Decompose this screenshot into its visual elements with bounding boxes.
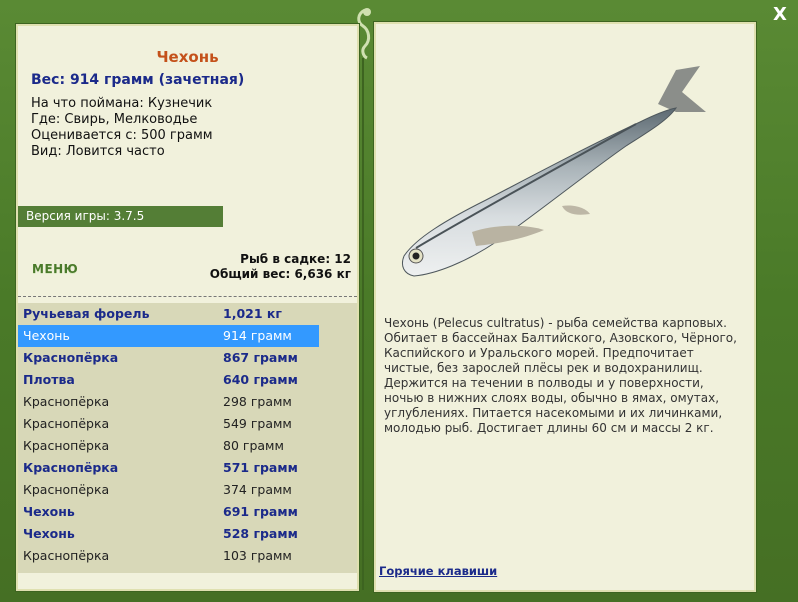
catch-fish-weight: 691 грамм xyxy=(223,504,298,519)
keepnet-stats: Рыб в садке: 12 Общий вес: 6,636 кг xyxy=(210,252,351,282)
catch-fish-name: Ручьевая форель xyxy=(23,306,150,321)
catch-fish-weight: 549 грамм xyxy=(223,416,292,431)
catch-fish-weight: 528 грамм xyxy=(223,526,298,541)
catch-fish-name: Плотва xyxy=(23,372,75,387)
catch-fish-name: Краснопёрка xyxy=(23,350,119,365)
catch-fish-weight: 298 грамм xyxy=(223,394,292,409)
catch-fish-weight: 867 грамм xyxy=(223,350,298,365)
catch-list-row[interactable]: Краснопёрка 867 грамм xyxy=(18,347,319,369)
catch-list-row[interactable]: Краснопёрка 103 грамм xyxy=(18,545,319,567)
version-bar: Версия игры: 3.7.5 xyxy=(18,206,223,227)
catch-fish-name: Чехонь xyxy=(23,328,70,343)
catch-fish-name: Краснопёрка xyxy=(23,482,110,497)
catch-list-row[interactable]: Чехонь 914 грамм xyxy=(18,325,319,347)
catch-list: Ручьевая форель 1,021 кг Чехонь 914 грамм Кр… xyxy=(18,303,357,573)
catch-fish-weight: 640 грамм xyxy=(223,372,298,387)
total-weight: Общий вес: 6,636 кг xyxy=(209,267,351,281)
catch-list-row[interactable]: Краснопёрка 374 грамм xyxy=(18,479,319,501)
catch-list-row[interactable]: Краснопёрка 298 грамм xyxy=(18,391,319,413)
catch-list-row[interactable]: Ручьевая форель 1,021 кг xyxy=(18,303,319,325)
kind-info: Вид: Ловится часто xyxy=(31,144,165,159)
catch-list-row[interactable]: Краснопёрка 571 грамм xyxy=(18,457,319,479)
catch-list-row[interactable]: Чехонь 691 грамм xyxy=(18,501,319,523)
catch-fish-name: Чехонь xyxy=(23,526,75,541)
fish-title: Чехонь xyxy=(156,48,219,66)
catch-fish-weight: 80 грамм xyxy=(223,438,284,453)
value-info: Оценивается с: 500 грамм xyxy=(31,128,213,143)
hotkeys-link[interactable]: Горячие клавиши xyxy=(379,564,497,578)
fish-info-panel: Чехонь Вес: 914 грамм (зачетная) На что … xyxy=(16,24,359,591)
catch-list-row[interactable]: Чехонь 528 грамм xyxy=(18,523,319,545)
menu-button[interactable]: МЕНЮ xyxy=(32,262,78,276)
catch-fish-name: Краснопёрка xyxy=(23,438,110,453)
catch-fish-name: Чехонь xyxy=(23,504,75,519)
catch-fish-name: Краснопёрка xyxy=(23,416,110,431)
catch-list-row[interactable]: Краснопёрка 549 грамм xyxy=(18,413,319,435)
catch-list-row[interactable]: Плотва 640 грамм xyxy=(18,369,319,391)
catch-fish-name: Краснопёрка xyxy=(23,548,110,563)
fish-image-panel: Чехонь (Pelecus cultratus) - рыба семейс… xyxy=(374,22,756,592)
catch-fish-weight: 914 грамм xyxy=(223,328,292,343)
catch-fish-weight: 1,021 кг xyxy=(223,306,282,321)
bait-info: На что поймана: Кузнечик xyxy=(31,96,213,111)
catch-list-row[interactable]: Краснопёрка 80 грамм xyxy=(18,435,319,457)
fish-weight: Вес: 914 грамм (зачетная) xyxy=(31,72,245,88)
catch-fish-weight: 374 грамм xyxy=(223,482,292,497)
catch-fish-name: Краснопёрка xyxy=(23,460,119,475)
chekhon-fish-image xyxy=(401,66,706,277)
fish-description: Чехонь (Pelecus cultratus) - рыба семейс… xyxy=(384,316,737,435)
catch-fish-weight: 571 грамм xyxy=(223,460,298,475)
location-info: Где: Свирь, Мелководье xyxy=(31,112,198,127)
divider xyxy=(18,296,357,297)
catch-fish-weight: 103 грамм xyxy=(223,548,292,563)
fish-count: Рыб в садке: 12 xyxy=(240,252,351,266)
close-icon[interactable]: X xyxy=(771,4,789,26)
catch-fish-name: Краснопёрка xyxy=(23,394,110,409)
